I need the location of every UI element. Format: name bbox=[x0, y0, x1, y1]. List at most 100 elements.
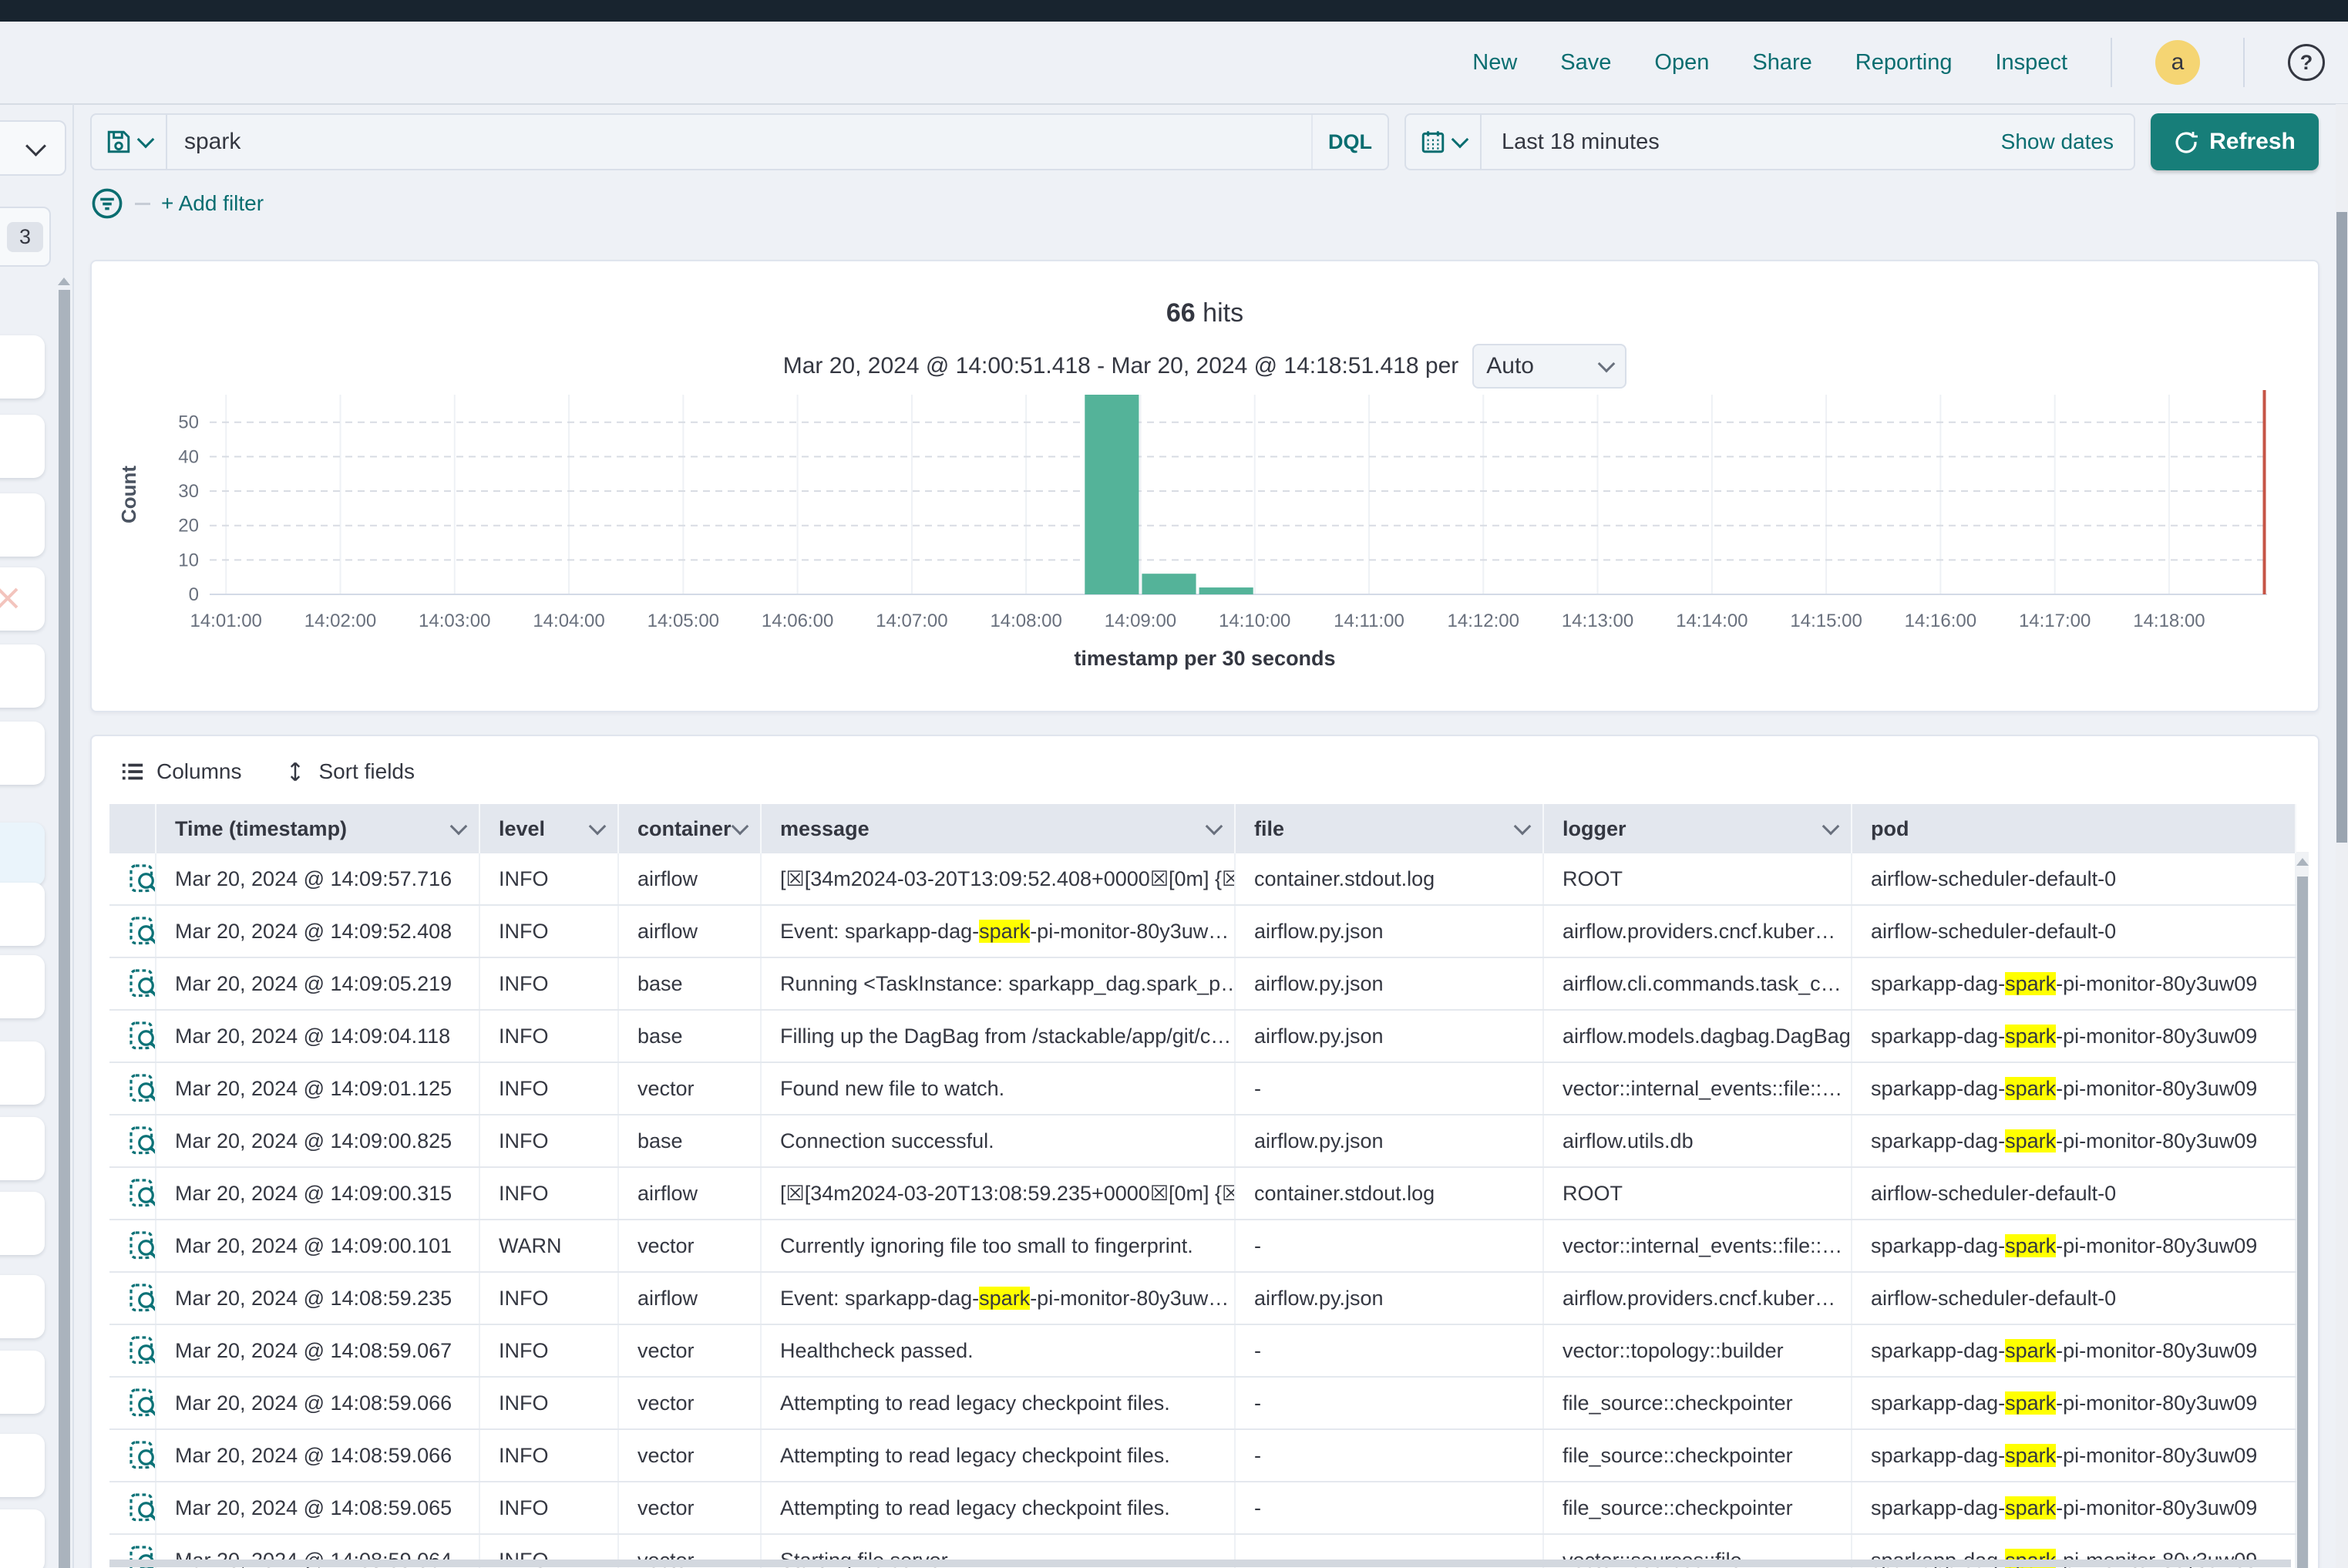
query-language-button[interactable]: DQL bbox=[1311, 115, 1388, 169]
cell-container: airflow bbox=[618, 1272, 761, 1324]
page-scrollbar[interactable] bbox=[2336, 104, 2348, 1568]
cell-container: base bbox=[618, 1115, 761, 1167]
table-header-row: Time (timestamp)levelcontainermessagefil… bbox=[109, 804, 2296, 853]
expand-document-icon[interactable] bbox=[109, 1324, 156, 1377]
sidebar-field-card[interactable] bbox=[0, 335, 45, 399]
chevron-down-icon[interactable] bbox=[450, 818, 468, 836]
table-horizontal-scrollbar[interactable] bbox=[109, 1560, 2291, 1567]
topnav-link-open[interactable]: Open bbox=[1654, 50, 1709, 76]
expand-document-icon[interactable] bbox=[109, 957, 156, 1010]
hits-unit: hits bbox=[1203, 298, 1243, 328]
cell-file: airflow.py.json bbox=[1235, 1272, 1543, 1324]
topnav-link-save[interactable]: Save bbox=[1560, 50, 1611, 76]
svg-text:50: 50 bbox=[178, 412, 199, 433]
sort-fields-button[interactable]: Sort fields bbox=[284, 759, 415, 784]
topnav-link-share[interactable]: Share bbox=[1752, 50, 1811, 76]
chevron-down-icon[interactable] bbox=[1822, 818, 1840, 836]
expand-document-icon[interactable] bbox=[109, 853, 156, 905]
refresh-button[interactable]: Refresh bbox=[2151, 113, 2319, 170]
time-range-label[interactable]: Last 18 minutes bbox=[1482, 130, 2001, 155]
topnav-link-inspect[interactable]: Inspect bbox=[1996, 50, 2068, 76]
sidebar-field-card[interactable] bbox=[0, 1275, 45, 1338]
svg-text:30: 30 bbox=[178, 481, 199, 502]
columns-button[interactable]: Columns bbox=[121, 759, 241, 784]
sidebar-field-card[interactable] bbox=[0, 1434, 45, 1497]
sidebar-field-card[interactable] bbox=[0, 1041, 45, 1105]
column-header-level[interactable]: level bbox=[479, 804, 618, 853]
close-icon bbox=[0, 567, 45, 631]
column-header-file[interactable]: file bbox=[1235, 804, 1543, 853]
topnav-link-new[interactable]: New bbox=[1472, 50, 1517, 76]
sidebar-field-card[interactable] bbox=[0, 1351, 45, 1414]
sidebar-field-card[interactable] bbox=[0, 955, 45, 1018]
column-header-container[interactable]: container bbox=[618, 804, 761, 853]
svg-text:14:18:00: 14:18:00 bbox=[2133, 611, 2205, 631]
cell-pod: sparkapp-dag-spark-pi-monitor-80y3uw09 bbox=[1852, 1377, 2296, 1429]
histogram-chart[interactable]: 14:01:0014:02:0014:03:0014:04:0014:05:00… bbox=[92, 369, 2318, 739]
date-quick-menu-button[interactable] bbox=[1406, 115, 1482, 169]
search-input[interactable]: spark bbox=[167, 129, 1311, 155]
cell-level: INFO bbox=[479, 1010, 618, 1062]
sidebar-field-card[interactable] bbox=[0, 1117, 45, 1180]
help-icon[interactable]: ? bbox=[2288, 44, 2325, 81]
cell-time: Mar 20, 2024 @ 14:09:04.118 bbox=[156, 1010, 479, 1062]
column-header-pod[interactable]: pod bbox=[1852, 804, 2296, 853]
filter-icon[interactable] bbox=[90, 187, 124, 220]
sidebar-field-card[interactable] bbox=[0, 567, 45, 631]
column-header-message[interactable]: message bbox=[761, 804, 1235, 853]
sidebar-field-card[interactable] bbox=[0, 1192, 45, 1255]
cell-logger: file_source::checkpointer bbox=[1543, 1429, 1852, 1482]
scroll-up-arrow-icon[interactable] bbox=[2296, 858, 2309, 866]
sidebar-field-card[interactable] bbox=[0, 1509, 45, 1568]
svg-text:14:17:00: 14:17:00 bbox=[2019, 611, 2091, 631]
svg-text:14:12:00: 14:12:00 bbox=[1448, 611, 1519, 631]
sidebar-field-card[interactable] bbox=[0, 493, 45, 557]
cell-container: vector bbox=[618, 1429, 761, 1482]
expand-document-icon[interactable] bbox=[109, 1167, 156, 1220]
sidebar-scrollbar[interactable] bbox=[59, 290, 70, 1568]
expand-document-icon[interactable] bbox=[109, 1377, 156, 1429]
sidebar-field-card[interactable] bbox=[0, 644, 45, 708]
avatar[interactable]: a bbox=[2155, 40, 2200, 85]
search-highlight: spark bbox=[2005, 1496, 2056, 1519]
expand-document-icon[interactable] bbox=[109, 1220, 156, 1272]
cell-level: INFO bbox=[479, 1115, 618, 1167]
topnav-link-reporting[interactable]: Reporting bbox=[1855, 50, 1953, 76]
column-header-time-timestamp-[interactable]: Time (timestamp) bbox=[156, 804, 479, 853]
sidebar-field-card[interactable] bbox=[0, 823, 45, 886]
expand-document-icon[interactable] bbox=[109, 1272, 156, 1324]
table-row: Mar 20, 2024 @ 14:09:57.716INFOairflow[☒… bbox=[109, 853, 2296, 905]
cell-file: - bbox=[1235, 1377, 1543, 1429]
expand-document-icon[interactable] bbox=[109, 1429, 156, 1482]
chevron-down-icon[interactable] bbox=[732, 818, 749, 836]
expand-document-icon[interactable] bbox=[109, 1062, 156, 1115]
sidebar-count-box[interactable]: 3 bbox=[0, 207, 51, 267]
table-vertical-scrollbar[interactable] bbox=[2296, 852, 2309, 1568]
saved-query-menu-button[interactable] bbox=[92, 115, 167, 169]
chevron-down-icon[interactable] bbox=[1514, 818, 1532, 836]
expand-document-icon[interactable] bbox=[109, 1115, 156, 1167]
cell-level: INFO bbox=[479, 1377, 618, 1429]
svg-text:14:14:00: 14:14:00 bbox=[1676, 611, 1748, 631]
cell-logger: vector::internal_events::file::… bbox=[1543, 1220, 1852, 1272]
sidebar-scroll-up-arrow-icon[interactable] bbox=[58, 278, 70, 285]
table-scrollbar-thumb[interactable] bbox=[2297, 877, 2308, 1568]
cell-file: airflow.py.json bbox=[1235, 1010, 1543, 1062]
sidebar-field-card[interactable] bbox=[0, 883, 45, 946]
add-filter-button[interactable]: + Add filter bbox=[161, 191, 264, 216]
chevron-down-icon[interactable] bbox=[1206, 818, 1223, 836]
expand-document-icon[interactable] bbox=[109, 1010, 156, 1062]
sidebar-field-card[interactable] bbox=[0, 415, 45, 478]
chevron-down-icon bbox=[1452, 131, 1469, 149]
search-highlight: spark bbox=[2005, 1129, 2056, 1152]
sidebar-field-card[interactable] bbox=[0, 722, 45, 785]
expand-document-icon[interactable] bbox=[109, 905, 156, 957]
cell-message: [☒[34m2024-03-20T13:08:59.235+0000☒[0m] … bbox=[761, 1167, 1235, 1220]
expand-document-icon[interactable] bbox=[109, 1482, 156, 1534]
show-dates-button[interactable]: Show dates bbox=[2001, 130, 2134, 154]
chevron-down-icon[interactable] bbox=[589, 818, 607, 836]
sidebar-collapse-button[interactable] bbox=[0, 120, 66, 176]
column-header-logger[interactable]: logger bbox=[1543, 804, 1852, 853]
page-scrollbar-thumb[interactable] bbox=[2336, 212, 2347, 843]
cell-level: INFO bbox=[479, 1167, 618, 1220]
